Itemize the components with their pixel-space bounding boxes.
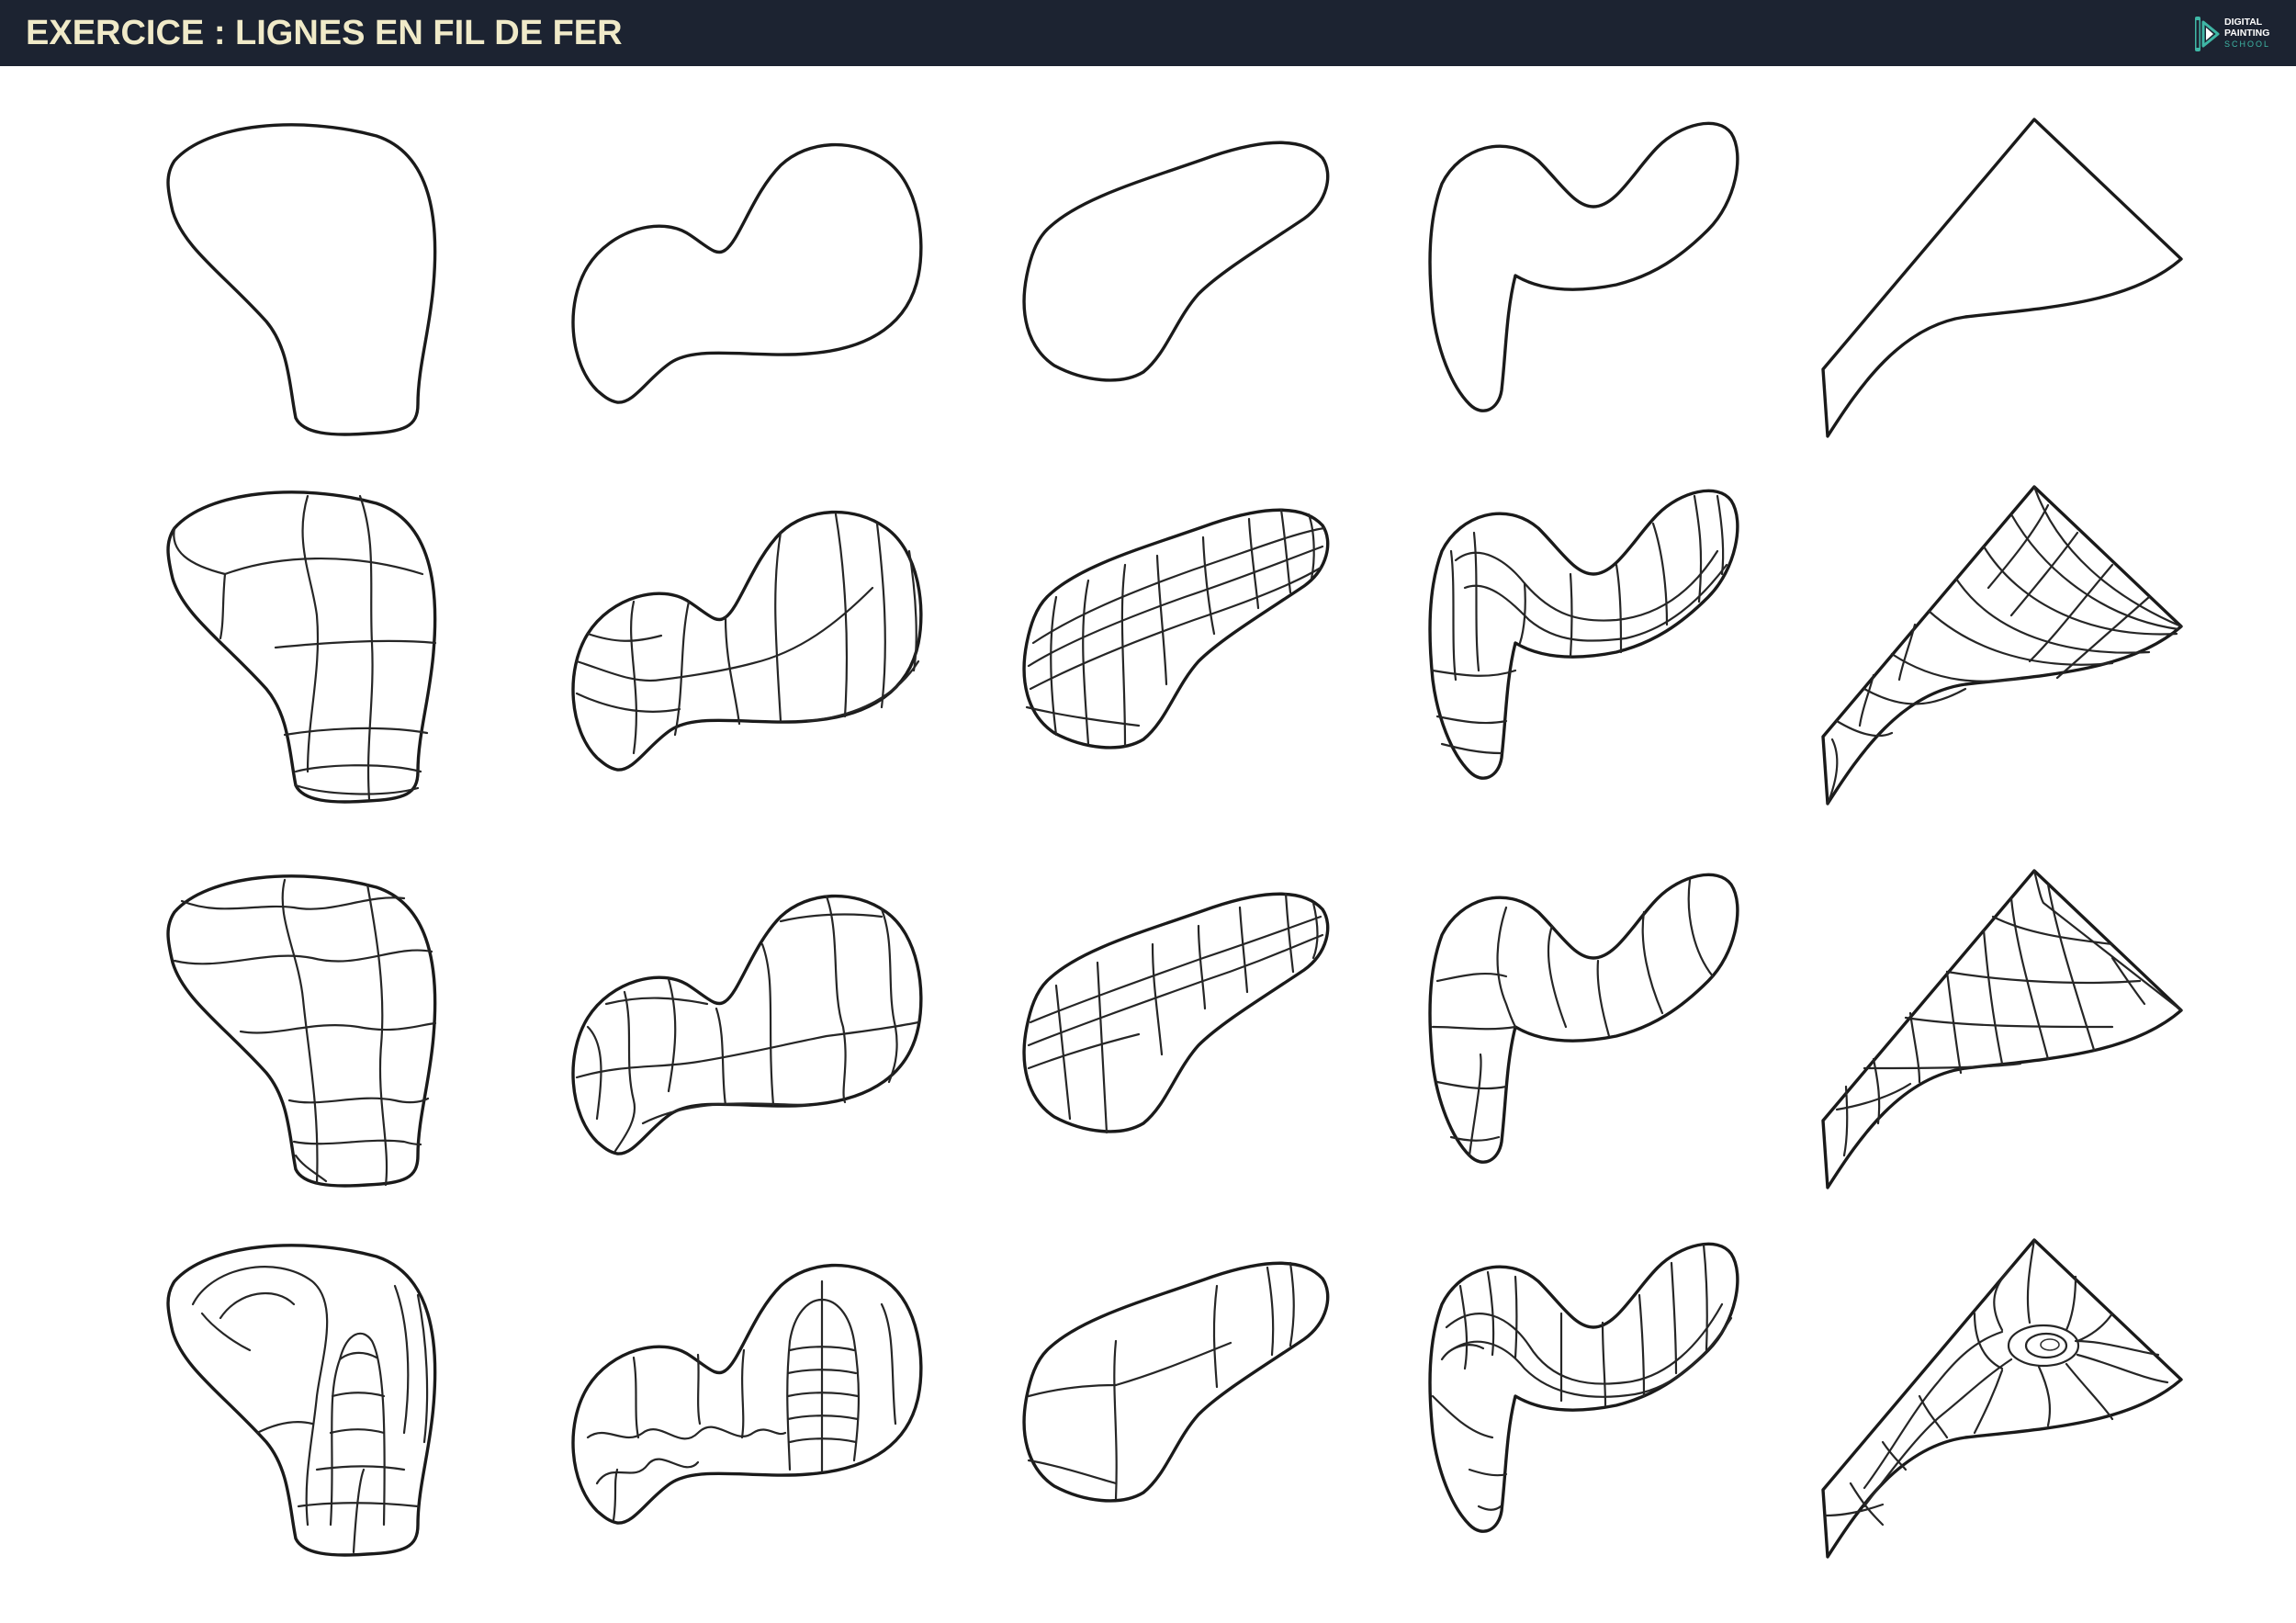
shape-2-outline	[571, 142, 923, 404]
shape-4-wireframe-a	[1428, 489, 1739, 780]
logo-line-school: SCHOOL	[2224, 39, 2271, 49]
shape-3-outline	[1022, 141, 1330, 382]
shape-2-wireframe-c	[571, 1263, 923, 1525]
shape-3-wireframe-a	[1022, 508, 1330, 750]
shape-5-outline	[1821, 118, 2183, 438]
wireframe-drawing-grid	[166, 118, 2183, 1559]
shape-5-wireframe-a	[1821, 485, 2183, 806]
shape-3-wireframe-c	[1022, 1261, 1330, 1503]
logo-line-digital: DIGITAL	[2224, 17, 2263, 28]
shape-1-wireframe-b	[166, 874, 437, 1188]
shape-4-wireframe-c	[1428, 1242, 1739, 1533]
page-title: EXERCICE : LIGNES EN FIL DE FER	[26, 14, 623, 52]
title-bar: EXERCICE : LIGNES EN FIL DE FER DIGITAL …	[0, 0, 2296, 66]
shape-1-wireframe-a	[166, 490, 437, 804]
shape-5-wireframe-c	[1821, 1238, 2183, 1559]
shape-1-wireframe-c	[166, 1244, 437, 1557]
shape-5-wireframe-b	[1821, 869, 2183, 1189]
shape-2-wireframe-b	[571, 894, 923, 1155]
logo-wordmark: DIGITAL PAINTING SCHOOL	[2224, 17, 2290, 50]
shape-3-wireframe-b	[1022, 892, 1330, 1134]
shape-2-wireframe-a	[571, 510, 923, 772]
shape-4-wireframe-b	[1428, 873, 1739, 1164]
exercise-sheet: EXERCICE : LIGNES EN FIL DE FER DIGITAL …	[0, 0, 2296, 1623]
logo-line-painting: PAINTING	[2224, 28, 2270, 39]
shape-4-outline	[1428, 121, 1739, 412]
paintbrush-play-icon	[2195, 17, 2220, 51]
school-logo: DIGITAL PAINTING SCHOOL	[2193, 13, 2290, 55]
shape-1-outline	[166, 123, 437, 436]
